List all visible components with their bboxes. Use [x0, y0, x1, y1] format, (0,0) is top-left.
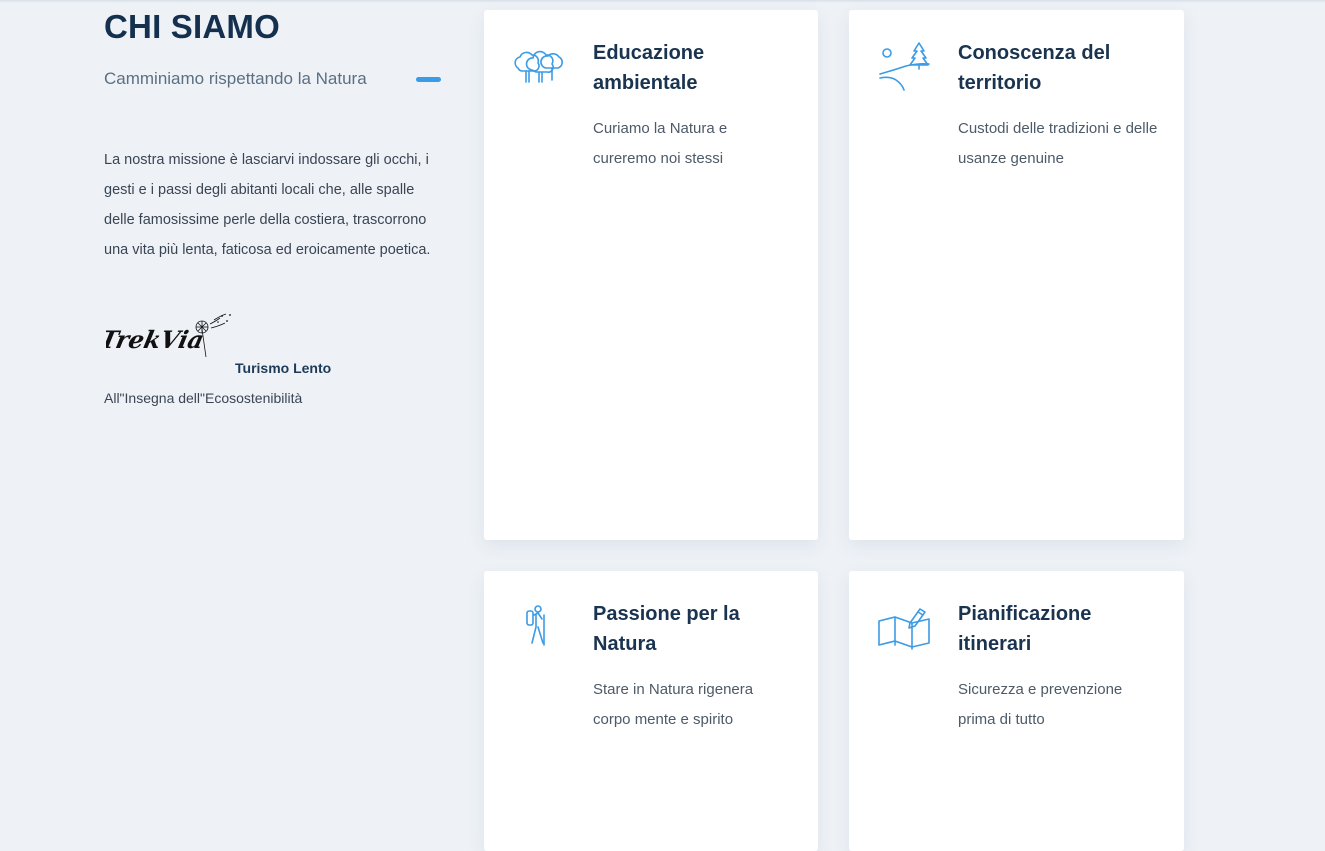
hiker-icon [526, 605, 545, 646]
card-text: Custodi delle tradizioni e delle usanze … [958, 120, 1158, 167]
card-title: Conoscenza del territorio [958, 42, 1111, 94]
landscape-pine-icon [879, 42, 930, 91]
section-title: CHI SIAMO [104, 8, 280, 45]
brand-tagline: Turismo Lento [235, 360, 332, 376]
section-subtitle: Camminiamo rispettando la Natura [104, 69, 367, 88]
feature-card-passion: Passione per la Natura Stare in Natura r… [484, 571, 818, 851]
card-title: Educazione ambientale [593, 42, 705, 94]
card-title: Pianificazione itinerari [958, 603, 1092, 655]
feature-card-planning: Pianificazione itinerari Sicurezza e pre… [849, 571, 1184, 851]
trees-icon [514, 50, 563, 83]
card-text: Sicurezza e prevenzione prima di tutto [958, 681, 1123, 728]
card-text: Curiamo la Natura e cureremo noi stessi [593, 120, 728, 167]
card-text: Stare in Natura rigenera corpo mente e s… [593, 681, 754, 728]
eco-line: All"Insegna dell"Ecosostenibilità [104, 390, 303, 406]
map-pencil-icon [878, 608, 930, 650]
accent-bar [416, 77, 441, 82]
top-divider [0, 0, 1325, 3]
mission-text: La nostra missione è lasciarvi indossare… [104, 152, 431, 258]
trekvia-logo: TrekVia [106, 313, 231, 358]
card-title: Passione per la Natura [593, 603, 740, 655]
feature-card-education: Educazione ambientale Curiamo la Natura … [484, 10, 818, 540]
feature-card-territory: Conoscenza del territorio Custodi delle … [849, 10, 1184, 540]
logo-text: TrekVia [106, 325, 207, 354]
